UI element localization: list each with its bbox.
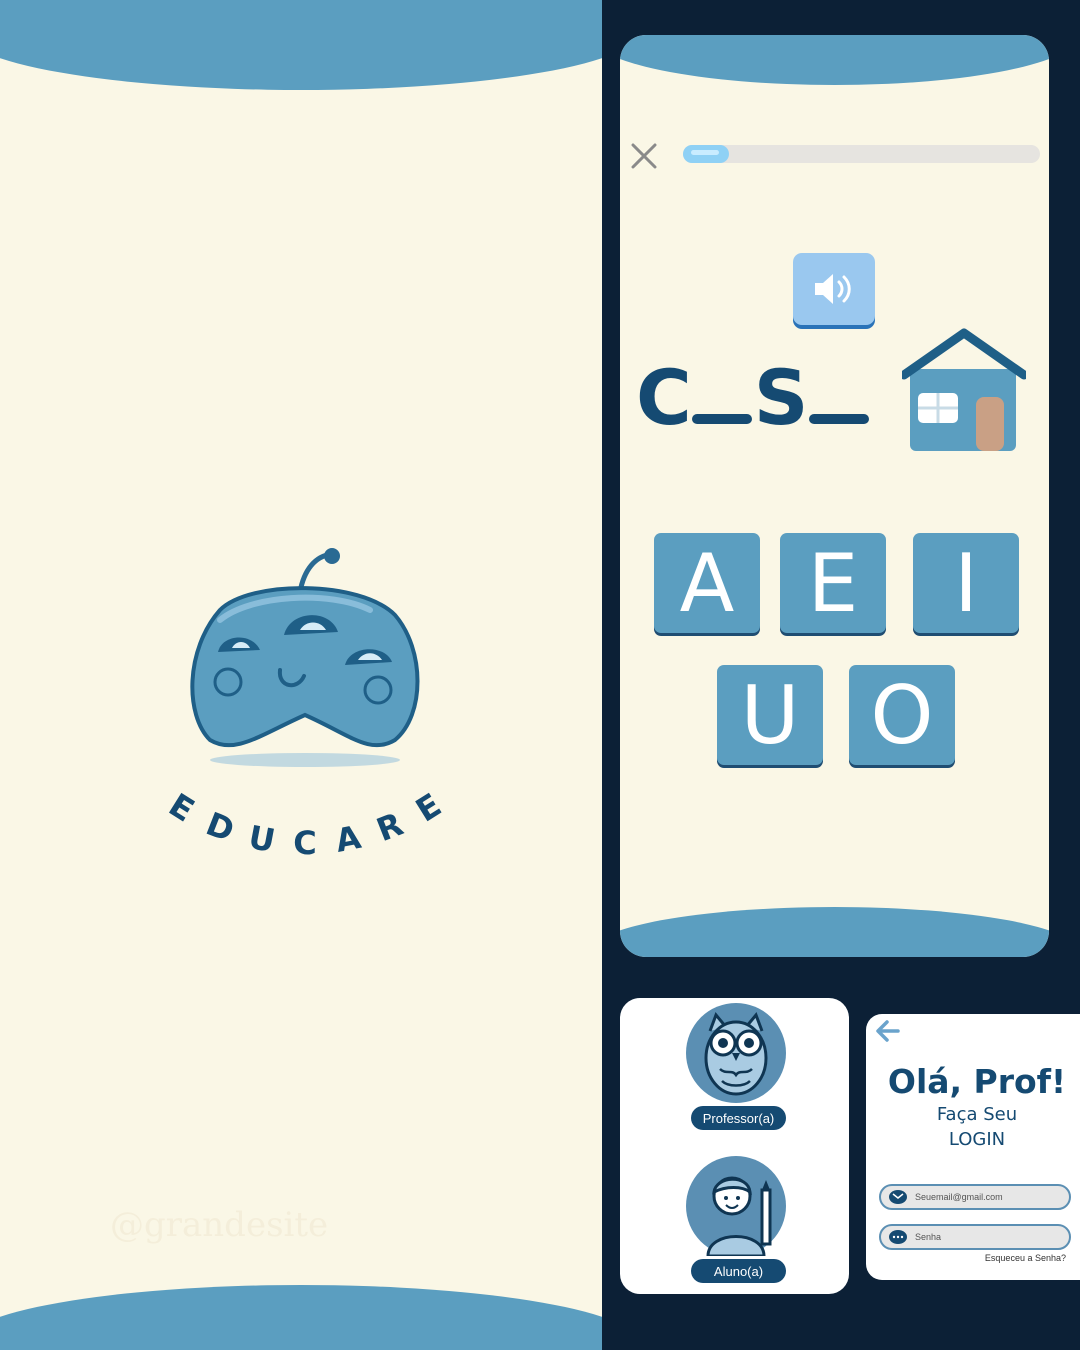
role-selection-screen: Professor(a) Aluno(a) [620, 998, 849, 1294]
word-letter: C [636, 353, 692, 442]
quiz-screen: CS A E I U O [620, 35, 1049, 957]
close-icon[interactable] [628, 140, 660, 172]
brand-letter: D [201, 805, 240, 850]
arrow-left-icon[interactable] [874, 1018, 902, 1044]
login-subtitle: Faça Seu [936, 1104, 1018, 1125]
option-tile-o[interactable]: O [849, 665, 955, 765]
professor-button[interactable]: Professor(a) [691, 1106, 786, 1130]
option-tile-a[interactable]: A [654, 533, 760, 633]
brand-wordmark: EDUCARE [162, 786, 448, 862]
option-tile-u[interactable]: U [717, 665, 823, 765]
email-field[interactable] [879, 1184, 1071, 1210]
incomplete-word: CS [636, 360, 871, 436]
password-field[interactable] [879, 1224, 1071, 1250]
brand-letter: R [371, 805, 408, 849]
option-tile-i[interactable]: I [913, 533, 1019, 633]
top-wave [0, 0, 602, 90]
password-icon [889, 1230, 907, 1244]
login-subtitle-login: LOGIN [948, 1129, 1006, 1150]
bottom-wave [620, 907, 1049, 957]
brand-letter: C [293, 824, 316, 862]
splash-screen: EDUCARE @grandesite [0, 0, 602, 1350]
mascot-logo-icon [190, 548, 420, 767]
progress-bar [683, 145, 1040, 163]
login-screen: Olá, Prof! Faça Seu LOGIN Esqueceu a Sen… [866, 1014, 1080, 1280]
speaker-icon [815, 274, 851, 304]
house-icon [902, 328, 1026, 451]
bottom-wave [0, 1285, 602, 1350]
option-tile-e[interactable]: E [780, 533, 886, 633]
word-letter: S [753, 353, 809, 442]
mail-icon [889, 1190, 907, 1204]
student-avatar[interactable] [686, 1156, 786, 1258]
password-input[interactable] [915, 1232, 1055, 1242]
student-icon [706, 1176, 772, 1258]
professor-avatar[interactable] [686, 1003, 786, 1103]
brand-letter: E [409, 786, 448, 830]
brand-letter: E [162, 786, 201, 830]
brand-letter: A [332, 818, 364, 860]
play-sound-button[interactable] [793, 253, 875, 325]
student-button[interactable]: Aluno(a) [691, 1259, 786, 1283]
watermark-text: @grandesite [110, 1205, 329, 1245]
word-blank [691, 414, 752, 424]
progress-fill [683, 145, 730, 163]
login-title: Olá, Prof! [887, 1062, 1067, 1101]
top-wave [620, 35, 1049, 85]
forgot-password-link[interactable]: Esqueceu a Senha? [985, 1253, 1066, 1263]
email-input[interactable] [915, 1192, 1055, 1202]
owl-icon [704, 1012, 768, 1096]
word-blank [808, 414, 869, 424]
brand-letter: U [246, 818, 279, 860]
